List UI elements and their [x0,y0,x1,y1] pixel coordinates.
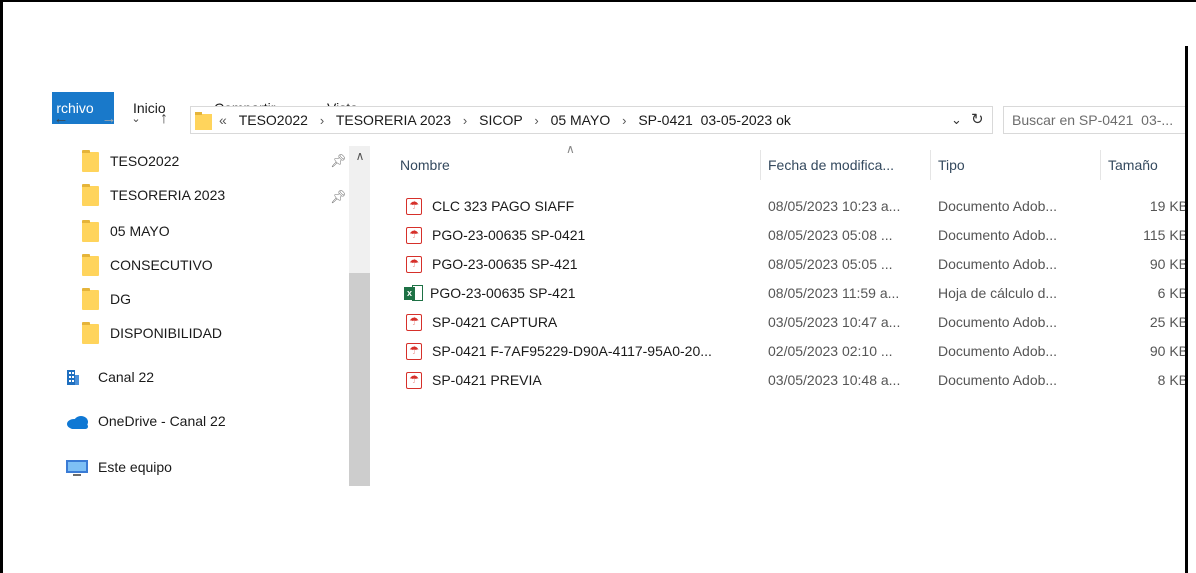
breadcrumb-separator[interactable]: › [320,113,324,128]
file-row[interactable]: ☂ SP-0421 PREVIA 03/05/2023 10:48 a... D… [400,366,1196,395]
column-header-type[interactable]: Tipo [938,150,965,180]
onedrive-cloud-icon [67,416,88,429]
pdf-icon: ☂ [406,372,422,389]
column-divider[interactable] [1100,150,1101,180]
address-bar[interactable]: « TESO2022 › TESORERIA 2023 › SICOP › 05… [190,106,993,134]
breadcrumb-tesoreria-2023[interactable]: TESORERIA 2023 [336,112,451,128]
folder-icon [82,254,99,276]
pdf-icon: ☂ [406,256,422,273]
breadcrumb-current-folder[interactable]: SP-0421 03-05-2023 ok [638,112,791,128]
breadcrumb-sicop[interactable]: SICOP [479,112,522,128]
forward-arrow-icon[interactable]: → [100,108,118,130]
folder-icon [82,288,99,310]
column-header-date[interactable]: Fecha de modifica... [768,150,894,180]
address-dropdown-chevron-icon[interactable]: ⌄ [951,107,962,133]
file-row[interactable]: ☂ SP-0421 F-7AF95229-D90A-4117-95A0-20..… [400,337,1196,366]
pdf-icon: ☂ [406,343,422,360]
search-input[interactable]: Buscar en SP-0421 03-... [1003,106,1196,134]
computer-icon [66,460,88,476]
nav-pane-scrollbar-thumb[interactable] [349,273,370,486]
folder-icon [195,112,212,130]
scroll-up-arrow-icon[interactable]: ∧ [350,146,370,166]
pdf-icon: ☂ [406,227,422,244]
sort-ascending-icon: ∧ [566,142,575,156]
back-arrow-icon[interactable]: ← [52,108,70,130]
folder-icon [82,184,99,206]
excel-icon: x [404,285,424,302]
recent-locations-chevron-icon[interactable]: ⌄ [128,108,144,130]
column-divider[interactable] [930,150,931,180]
column-header-name[interactable]: Nombre [400,150,450,180]
column-header-size[interactable]: Tamaño [1108,150,1158,180]
window-right-border [1185,46,1188,573]
file-row[interactable]: ☂ SP-0421 CAPTURA 03/05/2023 10:47 a... … [400,308,1196,337]
breadcrumb-separator[interactable]: › [534,113,538,128]
pdf-icon: ☂ [406,314,422,331]
breadcrumb-separator[interactable]: › [622,113,626,128]
screenshot-edge [1188,46,1196,573]
search-placeholder: Buscar en SP-0421 03-... [1012,112,1174,128]
pin-icon[interactable]: 📌︎ [330,153,347,169]
breadcrumb-teso2022[interactable]: TESO2022 [239,112,308,128]
pdf-icon: ☂ [406,198,422,215]
building-icon [67,370,79,385]
file-row[interactable]: ☂ CLC 323 PAGO SIAFF 08/05/2023 10:23 a.… [400,192,1196,221]
pin-icon[interactable]: 📌︎ [330,189,347,205]
breadcrumb-overflow[interactable]: « [219,112,227,128]
folder-icon [82,220,99,242]
folder-icon [82,150,99,172]
navigation-pane: TESO2022 TESORERIA 2023 05 MAYO CONSECUT… [0,146,370,486]
breadcrumb: « TESO2022 › TESORERIA 2023 › SICOP › 05… [219,107,791,133]
up-arrow-icon[interactable]: ↑ [155,108,173,130]
refresh-icon[interactable]: ↻ [971,107,984,133]
breadcrumb-separator[interactable]: › [463,113,467,128]
breadcrumb-05-mayo[interactable]: 05 MAYO [551,112,611,128]
column-divider[interactable] [760,150,761,180]
folder-icon [82,322,99,344]
window-top-border [0,0,1196,2]
file-row[interactable]: x PGO-23-00635 SP-421 08/05/2023 11:59 a… [400,279,1196,308]
file-row[interactable]: ☂ PGO-23-00635 SP-0421 08/05/2023 05:08 … [400,221,1196,250]
file-row[interactable]: ☂ PGO-23-00635 SP-421 08/05/2023 05:05 .… [400,250,1196,279]
